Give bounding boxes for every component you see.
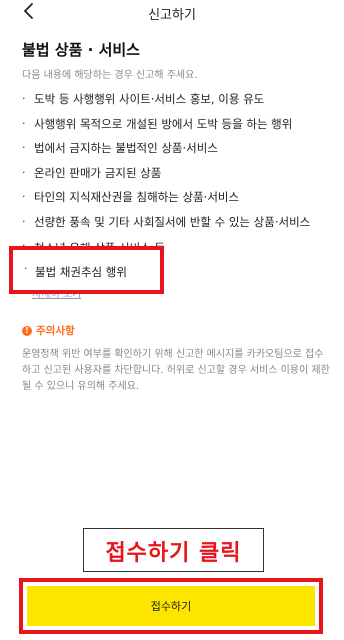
bullet-dot: · <box>22 141 26 154</box>
bullet-dot: · <box>22 116 26 130</box>
bullet-dot: · <box>24 262 28 275</box>
section-title: 불법 상품 · 서비스 <box>22 41 140 59</box>
rule-list: · 도박 등 사행행위 사이트·서비스 홍보, 이용 유도 · 사행행위 목적으로 … <box>22 91 332 256</box>
top-bar: 신고하기 <box>0 0 344 26</box>
notice-section: ! 주의사항 운영정책 위반 여부를 확인하기 위해 신고한 메시지를 카카오팀… <box>22 323 332 395</box>
rule-item: · 온라인 판매가 금지된 상품 <box>22 165 162 180</box>
click-instruction-box: 접수하기 클릭 <box>83 528 264 572</box>
notice-body: 운영정책 위반 여부를 확인하기 위해 신고한 메시지를 카카오팀으로 접수하고… <box>22 349 330 392</box>
rule-item: · 법에서 금지하는 불법적인 상품·서비스 <box>22 141 218 155</box>
notice-header: ! 주의사항 <box>22 323 332 338</box>
bullet-dot: · <box>22 92 26 105</box>
highlighted-rule: 불법 채권추심 행위 <box>35 265 127 279</box>
rule-item: · 도박 등 사행행위 사이트·서비스 홍보, 이용 유도 <box>22 92 265 106</box>
page-title: 신고하기 <box>148 8 196 23</box>
notice-title: 주의사항 <box>36 325 75 337</box>
bullet-dot: · <box>22 165 26 179</box>
highlighted-rule-annotation: · 불법 채권추심 행위 <box>9 246 164 294</box>
submit-button[interactable]: 접수하기 <box>27 586 315 626</box>
section-description: 다음 내용에 해당하는 경우 신고해 주세요. <box>22 70 198 81</box>
rule-item: · 선량한 풍속 및 기타 사회질서에 반할 수 있는 상품·서비스 <box>22 214 311 229</box>
click-instruction-label: 접수하기 클릭 <box>105 541 242 566</box>
rule-item: · 타인의 지식재산권을 침해하는 상품·서비스 <box>22 190 240 204</box>
exclamation-icon: ! <box>22 325 32 336</box>
bullet-dot: · <box>22 190 26 203</box>
rule-item: · 사행행위 목적으로 개설된 방에서 도박 등을 하는 행위 <box>22 116 293 131</box>
bullet-dot: · <box>22 214 26 228</box>
